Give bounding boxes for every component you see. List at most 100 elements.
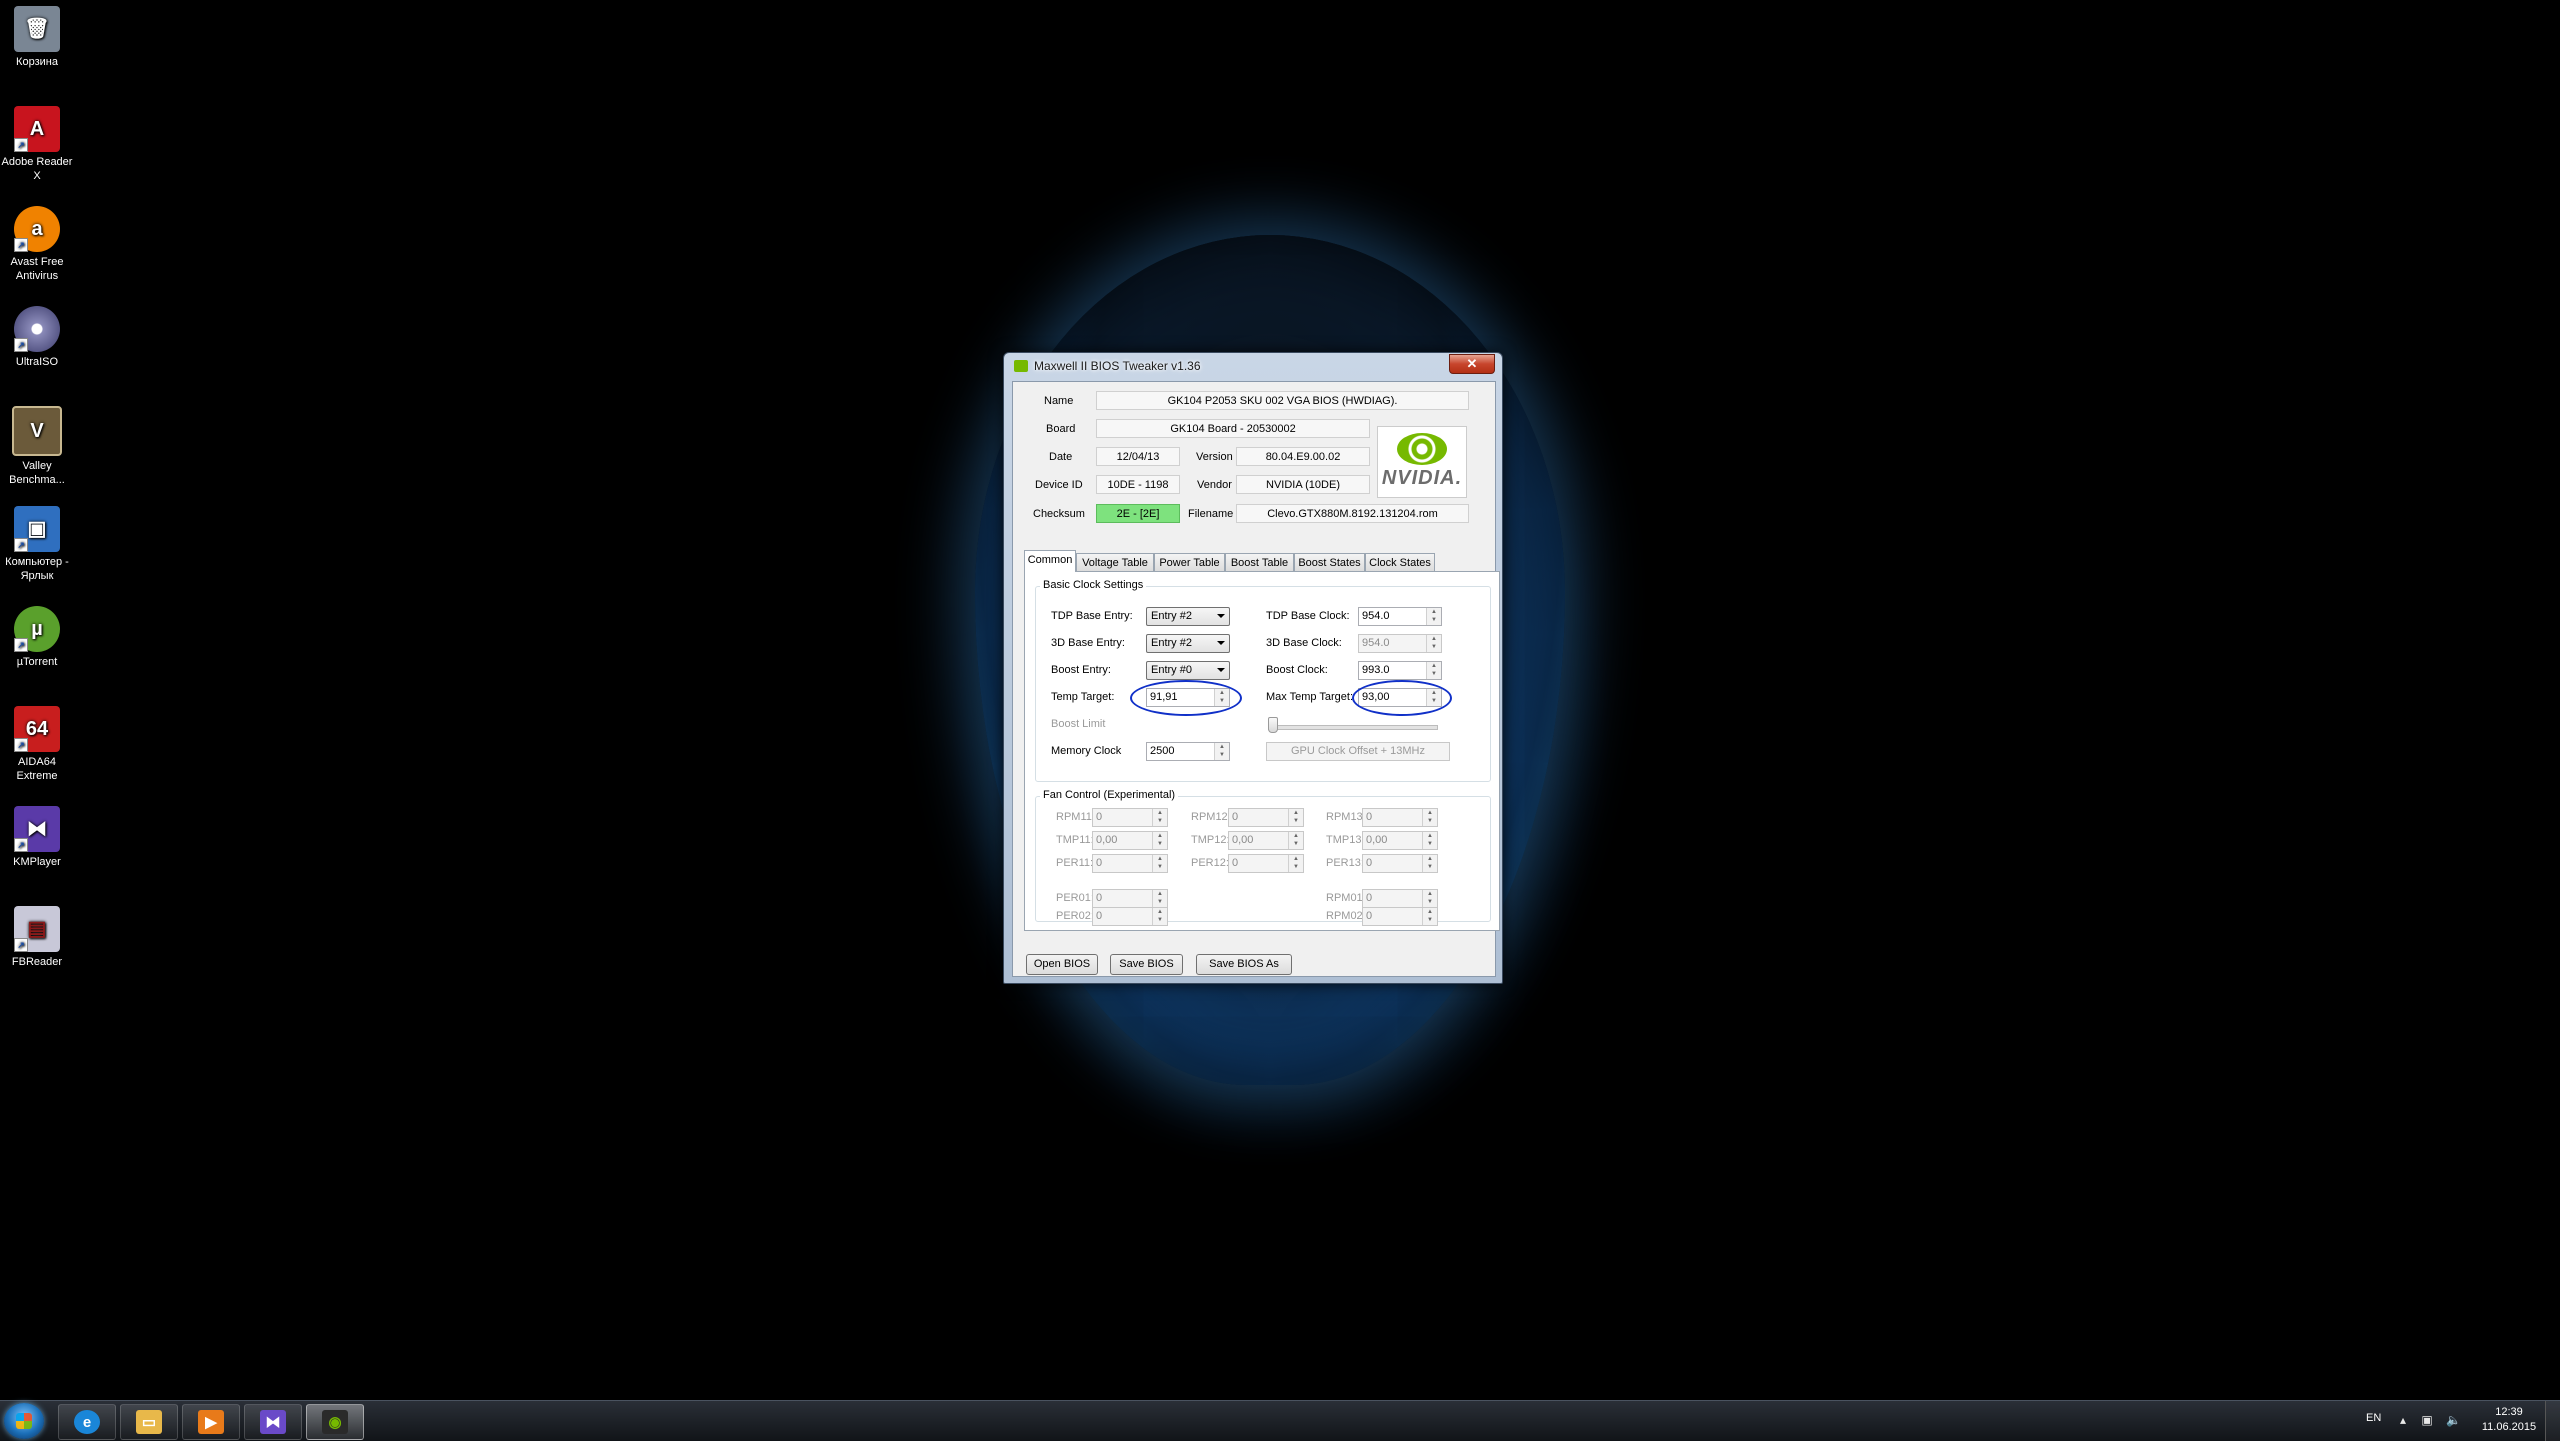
rpm13-label: RPM13: [1326,811,1366,823]
tab-boost-states[interactable]: Boost States [1294,553,1365,571]
desktop-icon-valley-benchmark[interactable]: V Valley Benchma... [0,406,74,487]
close-button[interactable]: ✕ [1449,354,1495,374]
memory-clock-spinner[interactable]: 2500 ▲ ▼ [1146,742,1230,761]
tmp12-label: TMP12: [1191,834,1230,846]
vendor-label: Vendor [1197,479,1232,491]
bios-tweaker-window: Maxwell II BIOS Tweaker v1.36 ✕ Name GK1… [1003,352,1503,984]
nvidia-logo-text: NVIDIA. [1381,467,1463,489]
save-bios-as-button[interactable]: Save BIOS As [1196,954,1292,975]
3d-base-clock-label: 3D Base Clock: [1266,637,1342,649]
per13-spinner: 0 ▲ ▼ [1362,854,1438,873]
tab-common[interactable]: Common [1024,550,1076,572]
volume-icon[interactable]: 🔈 [2446,1413,2461,1427]
desktop-icon-aida64[interactable]: 64 ↗ AIDA64 Extreme [0,706,74,783]
tdp-base-entry-label: TDP Base Entry: [1051,610,1133,622]
nvidia-icon: ◉ [322,1410,348,1434]
common-tab-panel: Basic Clock Settings TDP Base Entry: Ent… [1024,571,1500,931]
basic-clock-settings-group: Basic Clock Settings TDP Base Entry: Ent… [1035,579,1491,782]
checksum-label: Checksum [1033,508,1085,520]
avast-icon: a ↗ [14,206,60,252]
rpm01-spinner: 0 ▲ ▼ [1362,889,1438,908]
name-label: Name [1044,395,1074,407]
per12-spinner: 0 ▲ ▼ [1228,854,1304,873]
per11-label: PER11: [1056,857,1094,869]
window-title: Maxwell II BIOS Tweaker v1.36 [1034,359,1201,373]
desktop-icon-fbreader[interactable]: ▤ ↗ FBReader [0,906,74,969]
per02-spinner: 0 ▲ ▼ [1092,907,1168,926]
tab-boost-table[interactable]: Boost Table [1225,553,1294,571]
nvidia-eye-icon [1397,433,1447,465]
desktop-icon-label: FBReader [11,956,63,968]
desktop-icon-kmplayer[interactable]: ⧓ ↗ KMPlayer [0,806,74,869]
date-label: Date [1049,451,1073,463]
taskbar-kmplayer[interactable]: ⧓ [244,1404,302,1440]
taskbar-ie[interactable]: e [58,1404,116,1440]
chevron-down-icon [1217,641,1225,645]
taskbar-nvidia-tweaker[interactable]: ◉ [306,1404,364,1440]
clock-time: 12:39 [2495,1406,2523,1418]
desktop-icon-label: AIDA64 Extreme [16,756,58,782]
taskbar-explorer[interactable]: ▭ [120,1404,178,1440]
desktop-icon-label: Компьютер - Ярлык [5,556,69,582]
gpu-offset-slider-thumb[interactable] [1268,717,1278,733]
desktop-icon-utorrent[interactable]: µ ↗ µTorrent [0,606,74,669]
per11-spinner: 0 ▲ ▼ [1092,854,1168,873]
rpm01-label: RPM01: [1326,892,1366,904]
network-icon[interactable]: ▣ [2420,1413,2434,1427]
desktop-icon-ultraiso[interactable]: ↗ UltraISO [0,306,74,369]
version-field: 80.04.E9.00.02 [1236,447,1370,466]
tab-power-table[interactable]: Power Table [1154,553,1225,571]
tab-clock-states[interactable]: Clock States [1365,553,1435,571]
show-desktop-button[interactable] [2545,1401,2560,1441]
taskbar-media-player[interactable]: ▶ [182,1404,240,1440]
tray-expand-icon[interactable]: ▴ [2396,1413,2410,1427]
aida64-icon: 64 ↗ [14,706,60,752]
tdp-base-clock-spinner[interactable]: 954.0 ▲ ▼ [1358,607,1442,626]
save-bios-button[interactable]: Save BIOS [1110,954,1183,975]
boost-entry-select[interactable]: Entry #0 [1146,661,1230,680]
desktop-icon-adobe-reader[interactable]: A ↗ Adobe Reader X [0,106,74,183]
desktop-icon-avast[interactable]: a ↗ Avast Free Antivirus [0,206,74,283]
chevron-down-icon [1217,668,1225,672]
boost-entry-label: Boost Entry: [1051,664,1111,676]
start-button[interactable] [4,1403,44,1439]
boost-clock-label: Boost Clock: [1266,664,1328,676]
desktop-icon-computer-shortcut[interactable]: ▣ ↗ Компьютер - Ярлык [0,506,74,583]
rpm13-spinner: 0 ▲ ▼ [1362,808,1438,827]
open-bios-button[interactable]: Open BIOS [1026,954,1098,975]
tmp13-label: TMP13: [1326,834,1365,846]
valley-benchmark-icon: V [12,406,62,456]
rpm12-label: RPM12: [1191,811,1231,823]
temp-target-label: Temp Target: [1051,691,1115,703]
gpu-offset-slider-track [1268,725,1438,730]
boost-clock-spinner[interactable]: 993.0 ▲ ▼ [1358,661,1442,680]
language-indicator[interactable]: EN [2366,1412,2381,1424]
desktop: 🗑 Корзина A ↗ Adobe Reader X a ↗ Avast Fre… [0,0,2560,1400]
system-clock[interactable]: 12:39 11.06.2015 [2474,1405,2544,1435]
desktop-icon-recycle-bin[interactable]: 🗑 Корзина [0,6,74,69]
desktop-icon-label: Avast Free Antivirus [10,256,64,282]
tdp-base-clock-label: TDP Base Clock: [1266,610,1350,622]
3d-base-entry-select[interactable]: Entry #2 [1146,634,1230,653]
name-field: GK104 P2053 SKU 002 VGA BIOS (HWDIAG). [1096,391,1469,410]
clock-date: 11.06.2015 [2481,1421,2537,1433]
tdp-base-entry-select[interactable]: Entry #2 [1146,607,1230,626]
window-titlebar[interactable]: Maxwell II BIOS Tweaker v1.36 ✕ [1004,353,1502,379]
utorrent-icon: µ ↗ [14,606,60,652]
desktop-icon-label: UltraISO [15,356,59,368]
desktop-icon-label: Valley Benchma... [9,460,65,486]
media-player-icon: ▶ [198,1410,224,1434]
date-field: 12/04/13 [1096,447,1180,466]
board-field: GK104 Board - 20530002 [1096,419,1370,438]
tab-voltage-table[interactable]: Voltage Table [1076,553,1154,571]
fan-control-group: Fan Control (Experimental) RPM11: 0 ▲ ▼ RP… [1035,789,1491,926]
adobe-reader-icon: A ↗ [14,106,60,152]
desktop-icon-label: KMPlayer [13,856,61,868]
tmp12-spinner: 0,00 ▲ ▼ [1228,831,1304,850]
per12-label: PER12: [1191,857,1229,869]
desktop-icon-label: Корзина [16,56,58,68]
per01-spinner: 0 ▲ ▼ [1092,889,1168,908]
rpm02-label: RPM02: [1326,910,1366,922]
computer-icon: ▣ ↗ [14,506,60,552]
3d-base-entry-label: 3D Base Entry: [1051,637,1125,649]
